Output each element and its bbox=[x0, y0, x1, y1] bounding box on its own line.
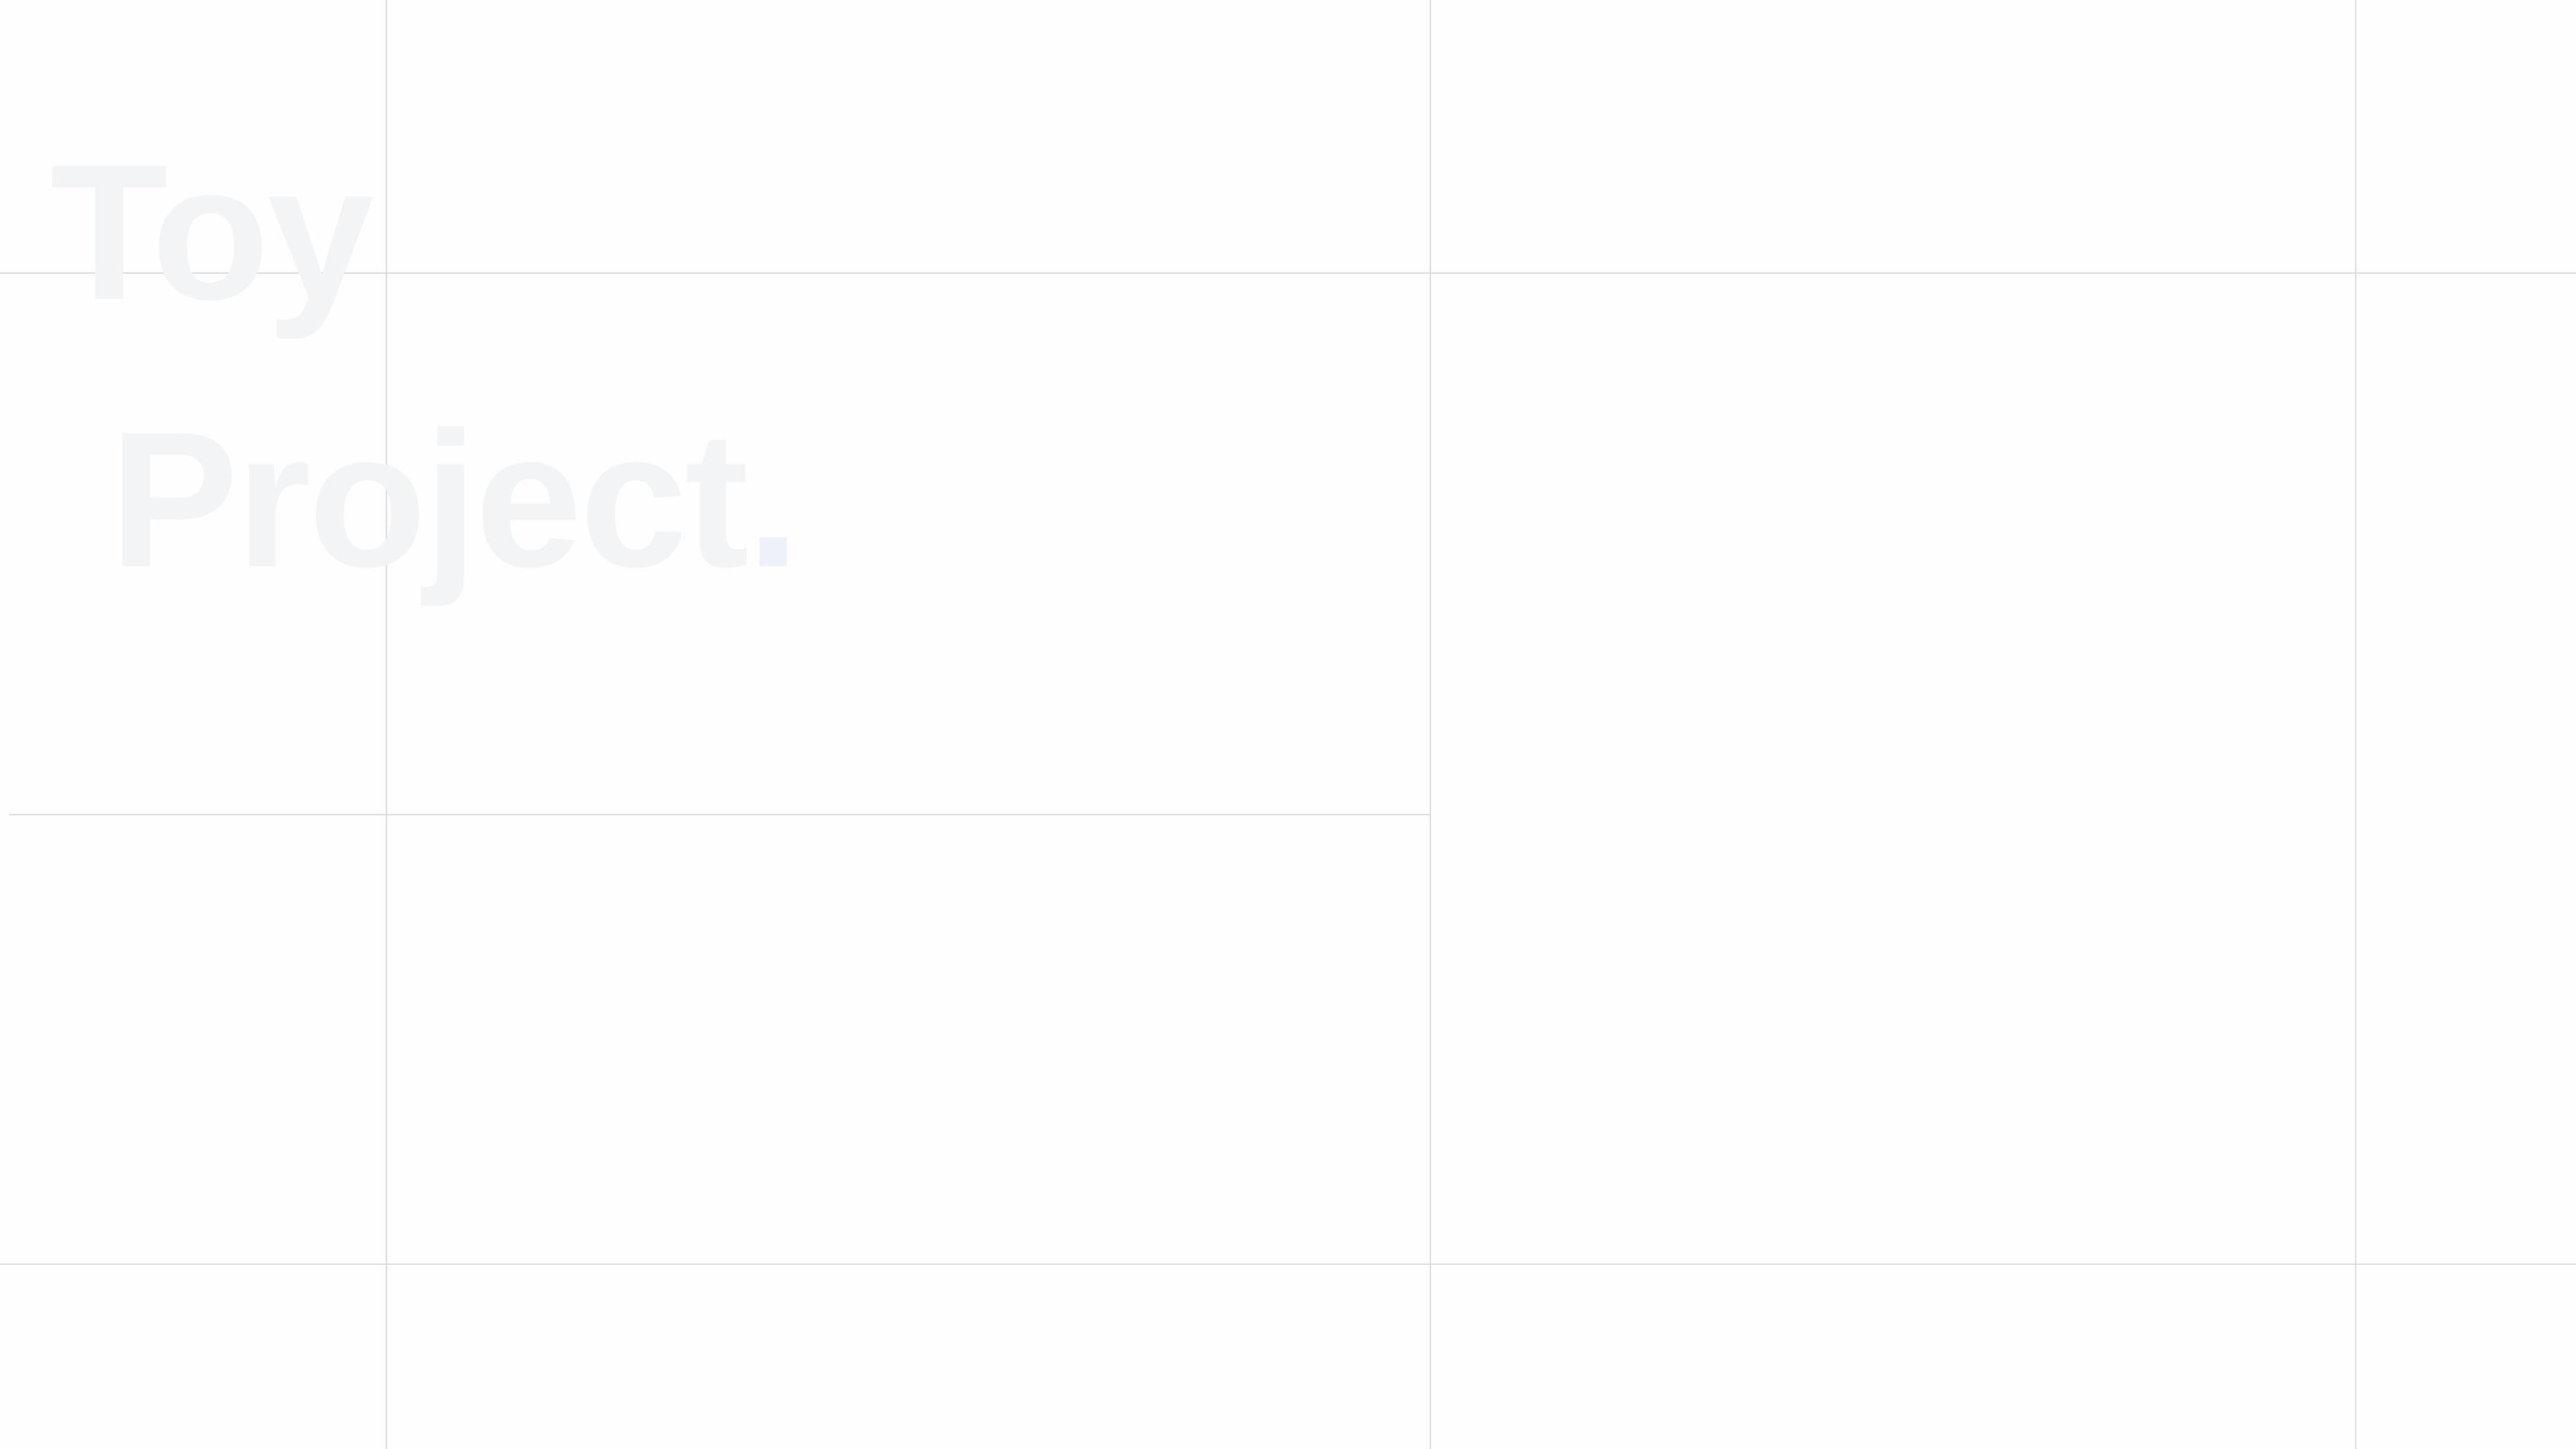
grid-line-vertical-1 bbox=[386, 0, 387, 1449]
hero-title-line-1: Toy bbox=[50, 124, 374, 340]
grid-line-vertical-3 bbox=[2355, 0, 2356, 1449]
grid-line-horizontal-1 bbox=[0, 272, 2576, 274]
hero-title-dot: . bbox=[746, 391, 800, 607]
grid-line-horizontal-3 bbox=[0, 1264, 2576, 1265]
canvas: Toy Project. bbox=[0, 0, 2576, 1449]
grid-line-horizontal-2 bbox=[9, 814, 1431, 815]
hero-title-line-2: Project. bbox=[109, 402, 800, 596]
hero-title-word: Project bbox=[109, 391, 749, 607]
grid-line-vertical-2 bbox=[1430, 0, 1431, 1449]
